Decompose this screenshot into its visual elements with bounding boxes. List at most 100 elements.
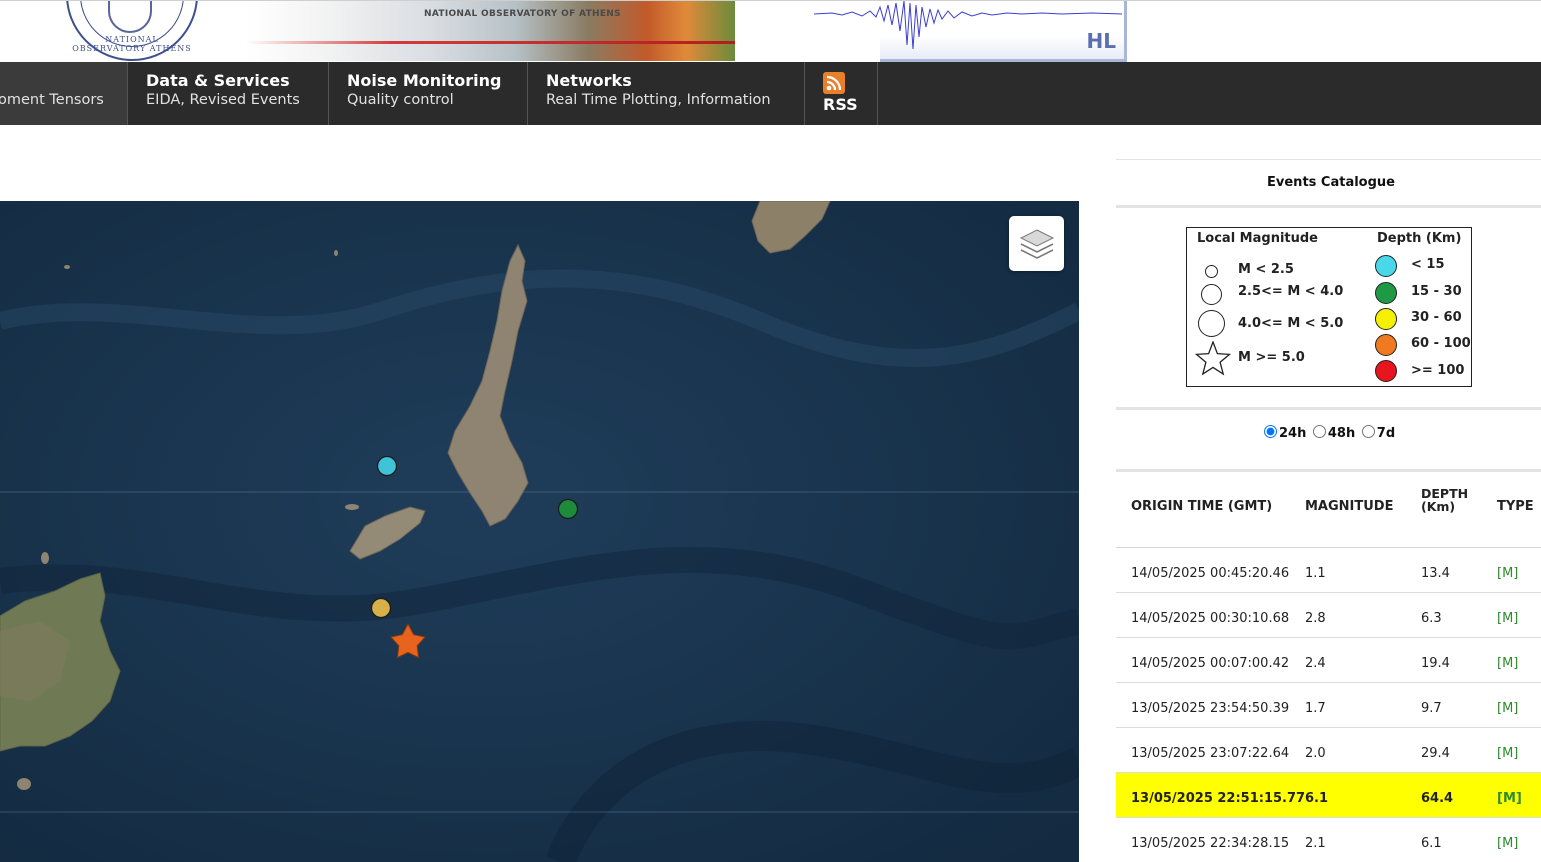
layers-button[interactable] <box>1009 216 1064 271</box>
period-radio-48h[interactable] <box>1312 425 1326 438</box>
period-radio-7d[interactable] <box>1361 425 1375 438</box>
period-option-7d[interactable]: 7d <box>1361 425 1396 441</box>
legend-magnitude-item: 4.0<= M < 5.0 <box>1238 316 1344 331</box>
column-type[interactable]: TYPE <box>1497 499 1534 514</box>
table-row[interactable]: 13/05/2025 23:07:22.64 2.0 29.4 [M] <box>1116 728 1541 773</box>
cell-type-link[interactable]: [M] <box>1497 791 1522 806</box>
legend-depth-item: 15 - 30 <box>1411 284 1462 299</box>
table-row[interactable]: 14/05/2025 00:30:10.68 2.8 6.3 [M] <box>1116 593 1541 638</box>
divider <box>1116 407 1541 410</box>
divider <box>1116 469 1541 472</box>
rss-icon-glyph <box>826 75 842 91</box>
event-marker-cyan[interactable] <box>376 455 398 477</box>
cell-type-link[interactable]: [M] <box>1497 746 1518 761</box>
main-nav: oment Tensors Data & Services EIDA, Revi… <box>0 62 1541 125</box>
rss-icon[interactable] <box>823 72 845 94</box>
divider <box>1116 159 1541 160</box>
legend-magnitude-heading: Local Magnitude <box>1197 231 1318 246</box>
layers-icon <box>1019 229 1055 259</box>
legend-large-circle-icon <box>1198 310 1225 337</box>
network-code: HL <box>1086 29 1116 53</box>
event-marker-green[interactable] <box>557 498 579 520</box>
catalogue-title: Events Catalogue <box>1267 175 1395 190</box>
column-depth[interactable]: DEPTH (Km) <box>1421 487 1468 513</box>
column-depth-line2: (Km) <box>1421 499 1456 514</box>
cell-magnitude: 1.1 <box>1305 566 1326 581</box>
legend-depth-item: 60 - 100 <box>1411 336 1471 351</box>
nav-item-moment-tensors[interactable]: oment Tensors <box>0 62 128 125</box>
cell-depth: 6.3 <box>1421 611 1442 626</box>
events-table-header: ORIGIN TIME (GMT) MAGNITUDE DEPTH (Km) T… <box>1116 479 1541 548</box>
seismogram-logo: HL <box>792 1 1128 62</box>
cell-magnitude: 2.4 <box>1305 656 1326 671</box>
nav-item-data-services[interactable]: Data & Services EIDA, Revised Events <box>128 62 329 125</box>
cell-origin-time: 13/05/2025 22:51:15.77 <box>1131 791 1306 806</box>
column-magnitude[interactable]: MAGNITUDE <box>1305 499 1393 514</box>
table-row[interactable]: 14/05/2025 00:45:20.46 1.1 13.4 [M] <box>1116 548 1541 593</box>
legend-depth-red-icon <box>1375 360 1397 382</box>
rss-link[interactable]: RSS <box>823 95 858 114</box>
legend-depth-cyan-icon <box>1375 255 1397 277</box>
legend-magnitude-item: M < 2.5 <box>1238 262 1294 277</box>
period-option-24h[interactable]: 24h <box>1264 425 1306 441</box>
events-table-body: 14/05/2025 00:45:20.46 1.1 13.4 [M] 14/0… <box>1116 525 1541 862</box>
cell-origin-time: 14/05/2025 00:45:20.46 <box>1131 566 1290 581</box>
cell-depth: 6.1 <box>1421 836 1442 851</box>
cell-magnitude: 1.7 <box>1305 701 1326 716</box>
nav-item-subtitle: oment Tensors <box>0 92 104 108</box>
period-radio-24h[interactable] <box>1264 425 1277 438</box>
earthquake-map[interactable] <box>0 201 1079 862</box>
nav-item-title: Networks <box>546 71 632 90</box>
cell-type-link[interactable]: [M] <box>1497 566 1518 581</box>
table-row[interactable]: 14/05/2025 00:07:00.42 2.4 19.4 [M] <box>1116 638 1541 683</box>
nav-item-noise-monitoring[interactable]: Noise Monitoring Quality control <box>329 62 528 125</box>
event-markers <box>370 455 579 659</box>
legend-depth-yellow-icon <box>1375 308 1397 330</box>
legend-depth-green-icon <box>1375 282 1397 304</box>
table-row[interactable]: 13/05/2025 23:54:50.39 1.7 9.7 [M] <box>1116 683 1541 728</box>
header-banner: NATIONAL OBSERVATORY ATHENS NATIONAL OBS… <box>0 0 1541 63</box>
nav-item-title: Data & Services <box>146 71 290 90</box>
legend-depth-heading: Depth (Km) <box>1377 231 1462 246</box>
legend-star-icon <box>1195 341 1231 376</box>
cell-type-link[interactable]: [M] <box>1497 836 1518 851</box>
banner-red-line <box>246 41 735 44</box>
legend-medium-circle-icon <box>1201 284 1222 305</box>
cell-magnitude: 2.0 <box>1305 746 1326 761</box>
banner-image-strip: NATIONAL OBSERVATORY OF ATHENS <box>246 1 735 61</box>
cell-magnitude: 6.1 <box>1305 791 1329 806</box>
event-marker-yellow[interactable] <box>370 597 392 619</box>
cell-type-link[interactable]: [M] <box>1497 656 1518 671</box>
cell-depth: 9.7 <box>1421 701 1442 716</box>
nav-item-networks[interactable]: Networks Real Time Plotting, Information <box>528 62 805 125</box>
banner-text: NATIONAL OBSERVATORY OF ATHENS <box>424 9 621 19</box>
legend-depth-orange-icon <box>1375 334 1397 356</box>
nav-item-subtitle: Quality control <box>347 92 454 108</box>
cell-type-link[interactable]: [M] <box>1497 611 1518 626</box>
table-row-highlighted[interactable]: 13/05/2025 22:51:15.77 6.1 64.4 [M] <box>1116 773 1541 818</box>
legend-depth-item: 30 - 60 <box>1411 310 1462 325</box>
legend-magnitude-item: 2.5<= M < 4.0 <box>1238 284 1344 299</box>
cell-origin-time: 14/05/2025 00:07:00.42 <box>1131 656 1290 671</box>
period-label: 48h <box>1327 426 1356 441</box>
table-row[interactable]: 13/05/2025 22:34:28.15 2.1 6.1 [M] <box>1116 818 1541 862</box>
period-selector: 24h 48h 7d <box>1264 425 1397 441</box>
events-catalogue-panel: Events Catalogue Local Magnitude Depth (… <box>1116 159 1541 862</box>
period-option-48h[interactable]: 48h <box>1312 425 1356 441</box>
observatory-seal-logo: NATIONAL OBSERVATORY ATHENS <box>66 1 198 61</box>
legend-depth-item: < 15 <box>1411 257 1445 272</box>
seal-text: NATIONAL OBSERVATORY ATHENS <box>72 35 192 53</box>
event-marker-star[interactable] <box>390 622 426 659</box>
cell-depth: 19.4 <box>1421 656 1450 671</box>
cell-magnitude: 2.1 <box>1305 836 1326 851</box>
cell-origin-time: 13/05/2025 23:07:22.64 <box>1131 746 1290 761</box>
legend-depth-item: >= 100 <box>1411 363 1465 378</box>
cell-type-link[interactable]: [M] <box>1497 701 1518 716</box>
legend-box: Local Magnitude Depth (Km) M < 2.5 2.5<=… <box>1186 227 1472 387</box>
cell-origin-time: 13/05/2025 23:54:50.39 <box>1131 701 1290 716</box>
period-label: 7d <box>1376 426 1396 441</box>
divider <box>1116 205 1541 208</box>
cell-origin-time: 13/05/2025 22:34:28.15 <box>1131 836 1290 851</box>
cell-depth: 13.4 <box>1421 566 1450 581</box>
column-origin-time[interactable]: ORIGIN TIME (GMT) <box>1131 499 1272 514</box>
